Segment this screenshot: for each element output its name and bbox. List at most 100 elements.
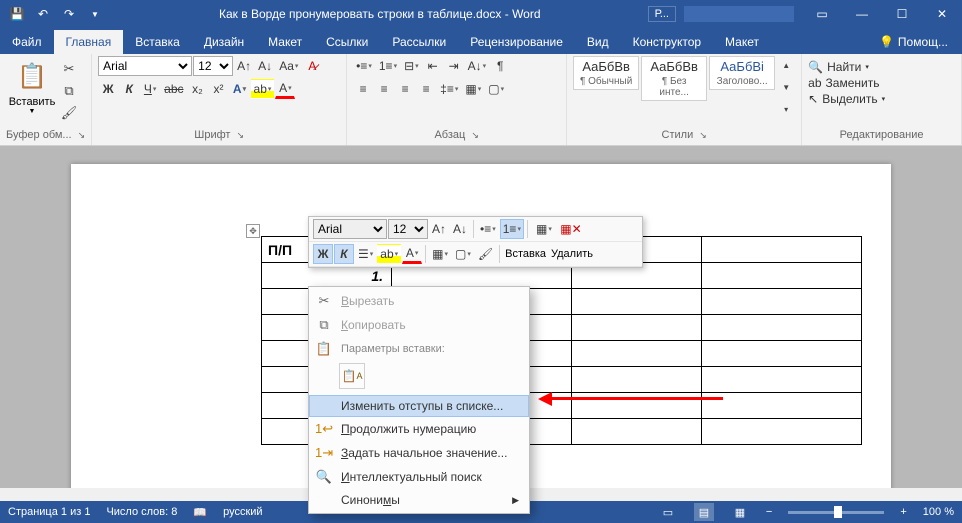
format-painter-icon[interactable]: 🖌 bbox=[60, 104, 78, 122]
bullets-icon[interactable]: •≡ bbox=[353, 56, 375, 76]
save-icon[interactable]: 💾 bbox=[6, 3, 28, 25]
zoom-out-button[interactable]: − bbox=[766, 506, 772, 518]
mini-table-delete-icon[interactable]: ▦✕ bbox=[558, 219, 584, 239]
status-page[interactable]: Страница 1 из 1 bbox=[8, 506, 90, 518]
find-button[interactable]: 🔍Найти▾ bbox=[808, 60, 955, 74]
mini-font-color-icon[interactable]: A bbox=[402, 244, 422, 264]
menu-synonyms[interactable]: Синонимы▶ bbox=[309, 489, 529, 511]
mini-grow-font-icon[interactable]: A↑ bbox=[429, 219, 449, 239]
style-heading1[interactable]: АаБбВі Заголово... bbox=[709, 56, 775, 90]
mini-delete-label[interactable]: Удалить bbox=[549, 248, 595, 260]
ribbon-options-icon[interactable]: ▭ bbox=[802, 0, 842, 28]
mini-size-select[interactable]: 12 bbox=[388, 219, 428, 239]
user-button[interactable]: Р... bbox=[648, 6, 676, 22]
italic-button[interactable]: К bbox=[119, 79, 139, 99]
table-cell[interactable] bbox=[572, 289, 702, 315]
menu-continue-numbering[interactable]: 1↩Продолжить нумерацию bbox=[309, 417, 529, 441]
zoom-level[interactable]: 100 % bbox=[923, 506, 954, 518]
font-color-icon[interactable]: A bbox=[275, 79, 295, 99]
borders-icon[interactable]: ▢ bbox=[485, 79, 507, 99]
table-cell[interactable] bbox=[702, 393, 862, 419]
table-cell[interactable] bbox=[572, 367, 702, 393]
undo-icon[interactable]: ↶ bbox=[32, 3, 54, 25]
align-right-icon[interactable]: ≡ bbox=[395, 79, 415, 99]
align-left-icon[interactable]: ≡ bbox=[353, 79, 373, 99]
superscript-button[interactable]: x² bbox=[209, 79, 229, 99]
cut-icon[interactable]: ✂ bbox=[60, 60, 78, 78]
mini-insert-label[interactable]: Вставка bbox=[503, 248, 548, 260]
style-normal[interactable]: АаБбВв ¶ Обычный bbox=[573, 56, 639, 90]
strike-button[interactable]: abc bbox=[161, 79, 186, 99]
tab-references[interactable]: Ссылки bbox=[314, 30, 380, 54]
menu-adjust-list-indents[interactable]: Изменить отступы в списке... bbox=[309, 395, 529, 417]
mini-borders-icon[interactable]: ▢ bbox=[452, 244, 474, 264]
text-effects-icon[interactable]: A bbox=[230, 79, 250, 99]
style-no-spacing[interactable]: АаБбВв ¶ Без инте... bbox=[641, 56, 707, 101]
font-name-select[interactable]: Arial bbox=[98, 56, 192, 76]
table-cell[interactable] bbox=[702, 419, 862, 445]
line-spacing-icon[interactable]: ‡≡ bbox=[437, 79, 461, 99]
mini-highlight-icon[interactable]: ab bbox=[377, 244, 401, 264]
styles-expand-icon[interactable]: ▾ bbox=[777, 100, 795, 118]
replace-button[interactable]: abЗаменить bbox=[808, 76, 955, 90]
numbering-icon[interactable]: 1≡ bbox=[376, 56, 400, 76]
menu-set-numbering-value[interactable]: 1⇥Задать начальное значение... bbox=[309, 441, 529, 465]
qat-customize-icon[interactable]: ▼ bbox=[84, 3, 106, 25]
tell-me-search[interactable]: 💡 Помощ... bbox=[865, 30, 962, 54]
dialog-launcher-icon[interactable]: ↘ bbox=[699, 130, 707, 141]
close-icon[interactable]: ✕ bbox=[922, 0, 962, 28]
shading-icon[interactable]: ▦ bbox=[462, 79, 484, 99]
tab-design[interactable]: Дизайн bbox=[192, 30, 256, 54]
sort-icon[interactable]: A↓ bbox=[465, 56, 490, 76]
copy-icon[interactable]: ⧉ bbox=[60, 82, 78, 100]
mini-format-painter-icon[interactable]: 🖌 bbox=[475, 244, 496, 264]
tab-home[interactable]: Главная bbox=[54, 30, 124, 54]
mini-underline-icon[interactable]: ☰ bbox=[355, 244, 376, 264]
select-button[interactable]: ↖Выделить▾ bbox=[808, 92, 955, 106]
outdent-icon[interactable]: ⇤ bbox=[423, 56, 443, 76]
shrink-font-icon[interactable]: A↓ bbox=[255, 56, 275, 76]
status-language[interactable]: русский bbox=[223, 506, 262, 518]
table-cell[interactable] bbox=[702, 315, 862, 341]
subscript-button[interactable]: x₂ bbox=[188, 79, 208, 99]
dialog-launcher-icon[interactable]: ↘ bbox=[78, 130, 86, 141]
redo-icon[interactable]: ↷ bbox=[58, 3, 80, 25]
status-word-count[interactable]: Число слов: 8 bbox=[106, 506, 177, 518]
font-size-select[interactable]: 12 bbox=[193, 56, 233, 76]
mini-table-insert-icon[interactable]: ▦ bbox=[531, 219, 557, 239]
zoom-slider[interactable] bbox=[788, 511, 884, 514]
tab-table-design[interactable]: Конструктор bbox=[621, 30, 713, 54]
tab-layout[interactable]: Макет bbox=[256, 30, 314, 54]
styles-scroll-up-icon[interactable]: ▲ bbox=[777, 56, 795, 74]
grow-font-icon[interactable]: A↑ bbox=[234, 56, 254, 76]
paste-button[interactable]: 📋 Вставить ▼ bbox=[6, 56, 58, 117]
status-proofing-icon[interactable]: 📖 bbox=[193, 506, 207, 519]
table-cell[interactable] bbox=[702, 367, 862, 393]
dialog-launcher-icon[interactable]: ↘ bbox=[236, 130, 244, 141]
table-move-handle-icon[interactable]: ✥ bbox=[246, 224, 260, 238]
highlight-icon[interactable]: ab bbox=[251, 79, 275, 99]
styles-scroll-down-icon[interactable]: ▼ bbox=[777, 78, 795, 96]
tab-table-layout[interactable]: Макет bbox=[713, 30, 771, 54]
table-cell[interactable] bbox=[572, 341, 702, 367]
indent-icon[interactable]: ⇥ bbox=[444, 56, 464, 76]
tab-mailings[interactable]: Рассылки bbox=[380, 30, 458, 54]
tab-insert[interactable]: Вставка bbox=[123, 30, 192, 54]
table-cell[interactable] bbox=[702, 237, 862, 263]
change-case-icon[interactable]: Aa bbox=[276, 56, 301, 76]
view-print-icon[interactable]: ▤ bbox=[694, 503, 714, 521]
mini-bold-button[interactable]: Ж bbox=[313, 244, 333, 264]
table-cell[interactable] bbox=[572, 419, 702, 445]
table-cell[interactable] bbox=[702, 289, 862, 315]
tab-file[interactable]: Файл bbox=[0, 30, 54, 54]
mini-italic-button[interactable]: К bbox=[334, 244, 354, 264]
minimize-icon[interactable]: — bbox=[842, 0, 882, 28]
menu-smart-lookup[interactable]: 🔍Интеллектуальный поиск bbox=[309, 465, 529, 489]
tab-view[interactable]: Вид bbox=[575, 30, 621, 54]
multilevel-icon[interactable]: ⊟ bbox=[401, 56, 422, 76]
table-cell[interactable] bbox=[702, 263, 862, 289]
underline-button[interactable]: Ч bbox=[140, 79, 160, 99]
align-center-icon[interactable]: ≡ bbox=[374, 79, 394, 99]
zoom-in-button[interactable]: + bbox=[900, 506, 906, 518]
dialog-launcher-icon[interactable]: ↘ bbox=[471, 130, 479, 141]
